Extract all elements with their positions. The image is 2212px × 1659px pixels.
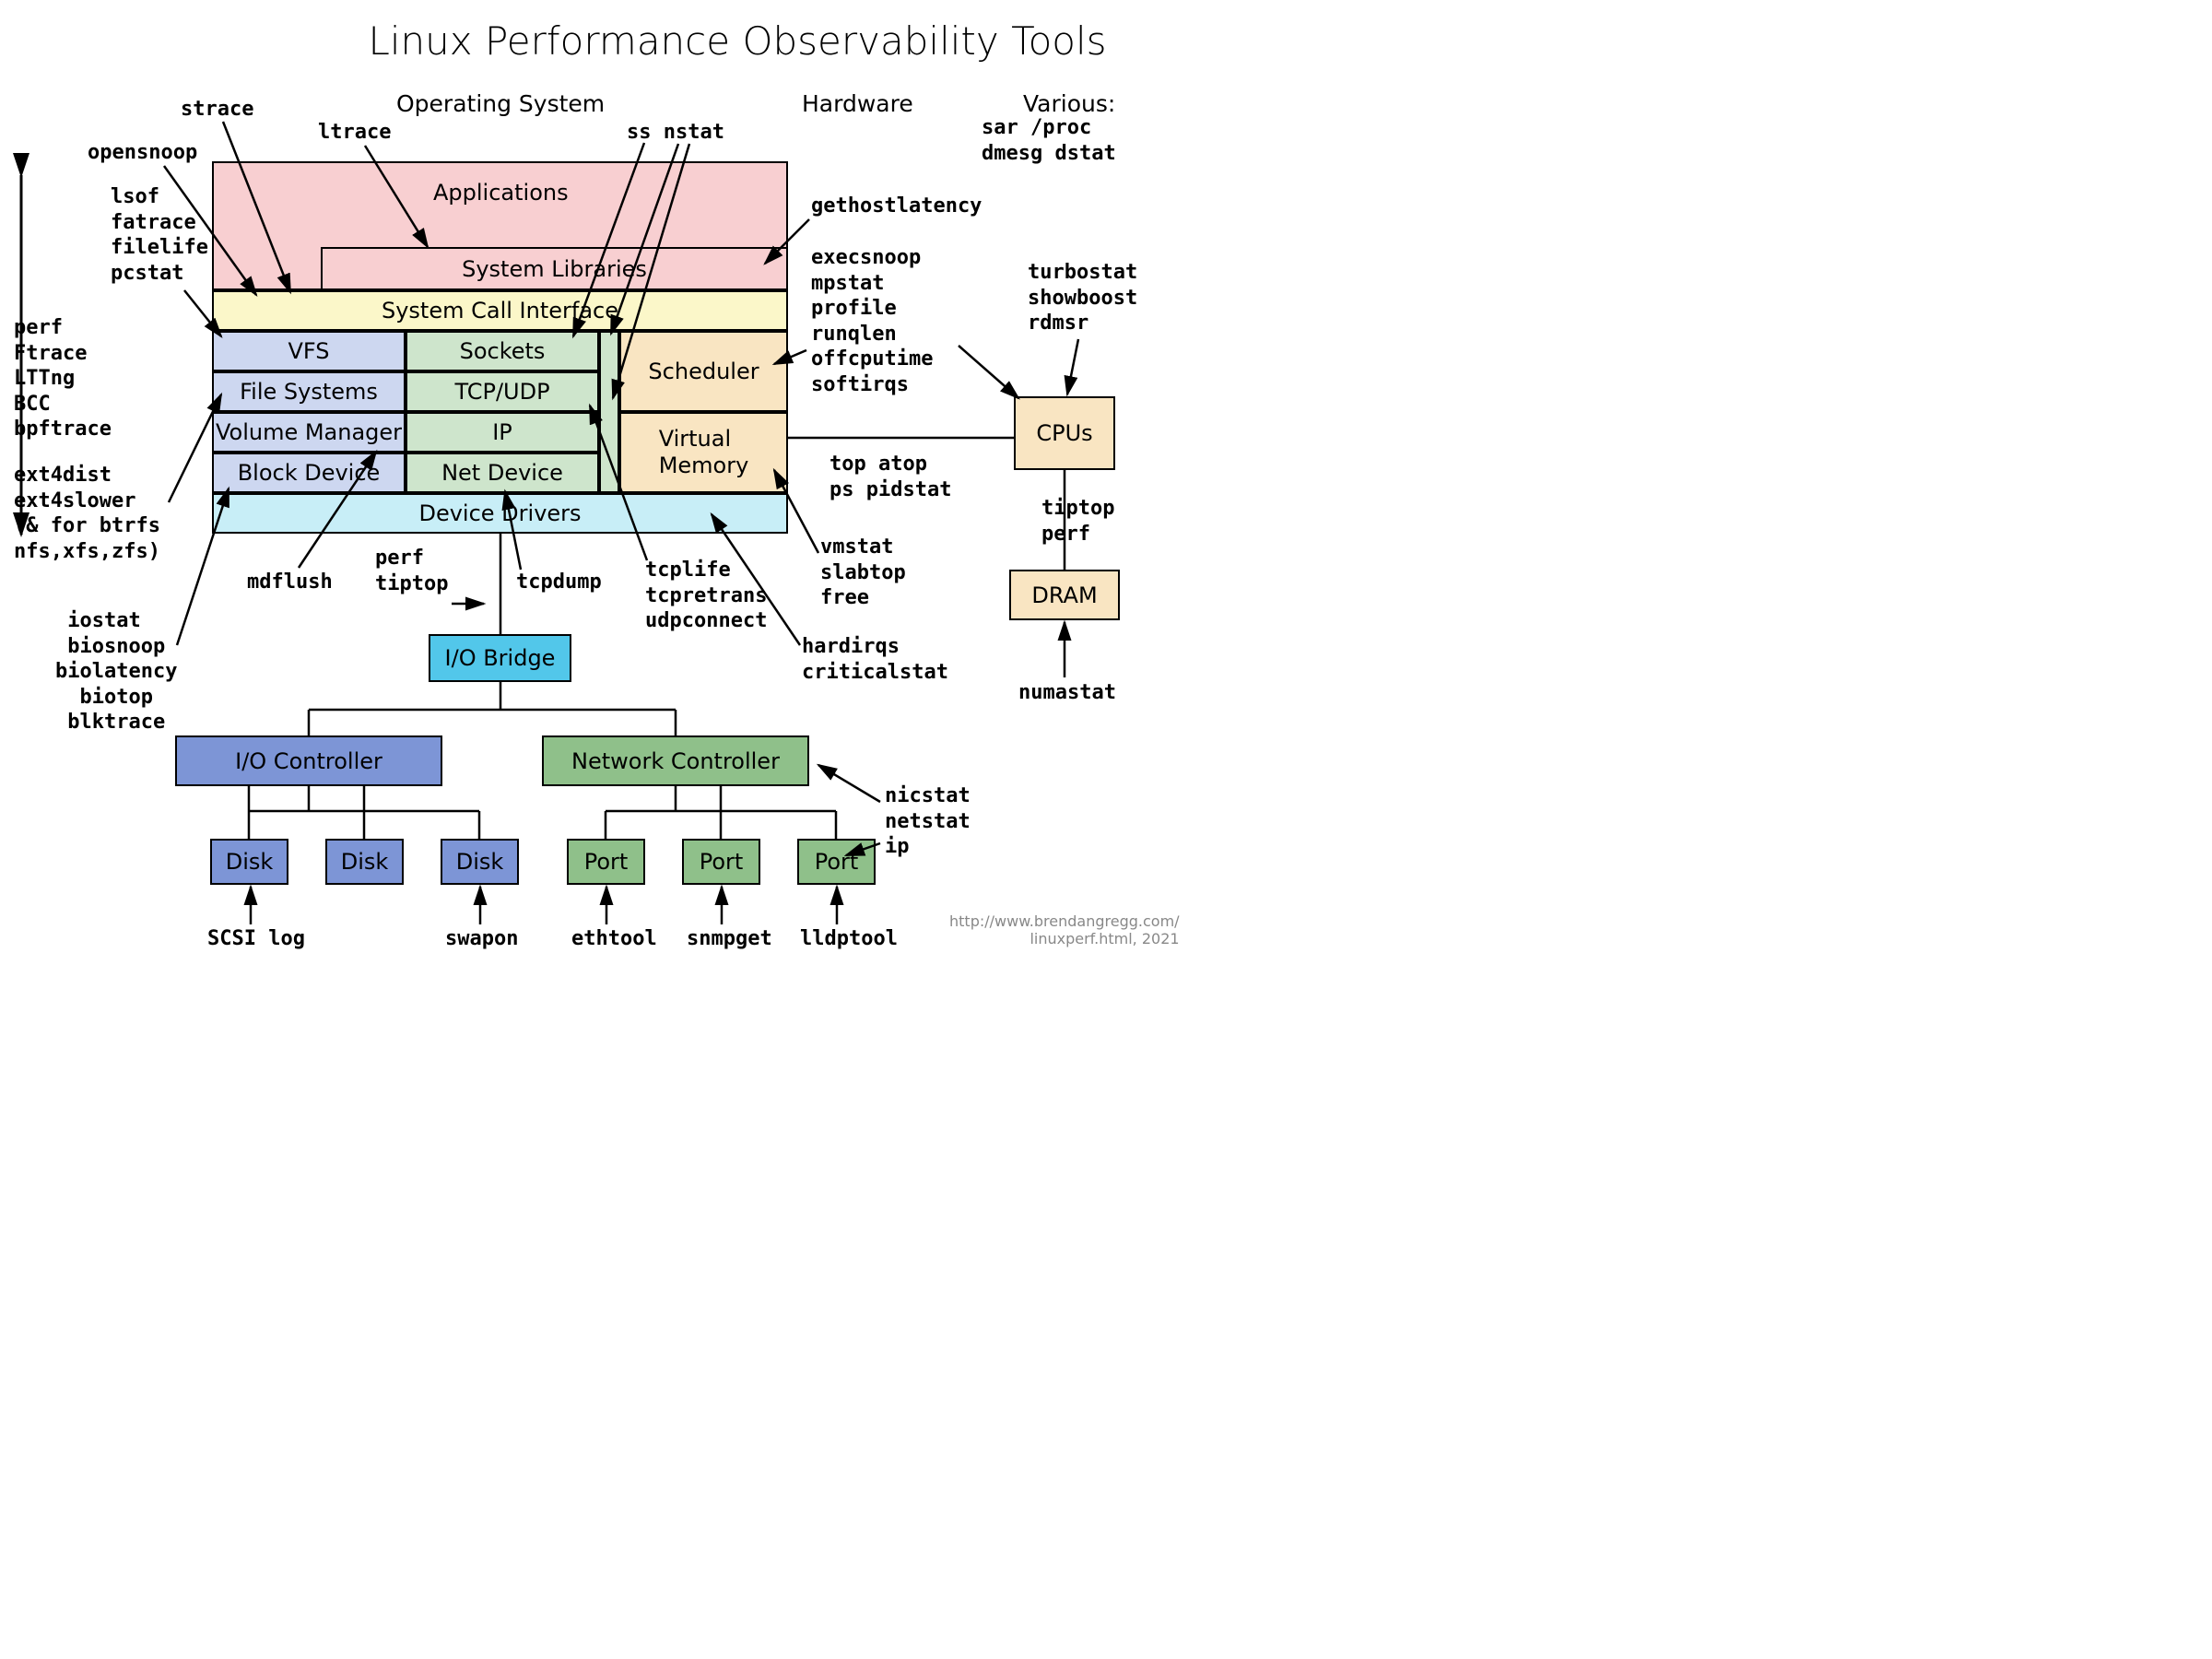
scheduler-box: Scheduler — [619, 331, 788, 412]
drivers-box: Device Drivers — [212, 493, 788, 534]
page-title: Linux Performance Observability Tools — [276, 18, 1198, 64]
arrow-overlay — [0, 0, 1438, 1069]
os-label: Operating System — [396, 90, 605, 117]
dram-box: DRAM — [1009, 570, 1120, 620]
tool-lsof-group: lsof fatrace filelife pcstat — [111, 184, 208, 286]
applications-label: Applications — [433, 180, 569, 206]
footer-credit: http://www.brendangregg.com/ linuxperf.h… — [949, 912, 1180, 947]
tool-numastat: numastat — [1018, 680, 1116, 706]
ioctrl-box: I/O Controller — [175, 735, 442, 786]
netctrl-box: Network Controller — [542, 735, 809, 786]
tool-lldptool: lldptool — [800, 926, 898, 952]
syslibs-box: System Libraries — [321, 247, 788, 290]
tool-tcplife-group: tcplife tcpretrans udpconnect — [645, 558, 767, 634]
tool-ss-nstat: ss nstat — [627, 120, 724, 146]
filesystems-box: File Systems — [212, 371, 406, 412]
disk3-box: Disk — [441, 839, 519, 885]
cpus-box: CPUs — [1014, 396, 1115, 470]
tool-ethtool: ethtool — [571, 926, 657, 952]
ip-box: IP — [406, 412, 599, 453]
port1-box: Port — [567, 839, 645, 885]
net-strip — [599, 331, 619, 493]
tool-various: sar /proc dmesg dstat — [982, 115, 1116, 166]
vfs-box: VFS — [212, 331, 406, 371]
tool-ext4-group: ext4dist ext4slower (& for btrfs nfs,xfs… — [14, 463, 160, 564]
tool-turbostat-group: turbostat showboost rdmsr — [1028, 260, 1137, 336]
tool-top-group: top atop ps pidstat — [830, 452, 951, 502]
volmgr-box: Volume Manager — [212, 412, 406, 453]
tool-swapon: swapon — [445, 926, 518, 952]
tool-execsnoop-group: execsnoop mpstat profile runqlen offcput… — [811, 245, 933, 397]
tool-tcpdump: tcpdump — [516, 570, 602, 595]
disk2-box: Disk — [325, 839, 404, 885]
tool-hardirqs-group: hardirqs criticalstat — [802, 634, 948, 685]
tool-nicstat-group: nicstat netstat ip — [885, 783, 971, 860]
various-label: Various: — [1023, 90, 1115, 117]
port2-box: Port — [682, 839, 760, 885]
tool-gethostlatency: gethostlatency — [811, 194, 982, 219]
sockets-box: Sockets — [406, 331, 599, 371]
syscall-box: System Call Interface — [212, 290, 788, 331]
tcpudp-box: TCP/UDP — [406, 371, 599, 412]
tool-tiptop-perf: tiptop perf — [1041, 496, 1114, 547]
tool-perf-group: perf Ftrace LTTng BCC bpftrace — [14, 315, 112, 442]
disk1-box: Disk — [210, 839, 288, 885]
tool-perf-tiptop: perf tiptop — [375, 546, 448, 596]
blockdev-box: Block Device — [212, 453, 406, 493]
tool-mdflush: mdflush — [247, 570, 333, 595]
tool-vmstat-group: vmstat slabtop free — [820, 535, 906, 611]
tool-ltrace: ltrace — [318, 120, 391, 146]
netdev-box: Net Device — [406, 453, 599, 493]
tool-strace: strace — [181, 97, 253, 123]
vmem-box: Virtual Memory — [619, 412, 788, 493]
tool-scsilog: SCSI log — [207, 926, 305, 952]
tool-opensnoop: opensnoop — [88, 140, 197, 166]
hw-label: Hardware — [802, 90, 913, 117]
port3-box: Port — [797, 839, 876, 885]
tool-iostat-group: iostat biosnoop biolatency biotop blktra… — [55, 608, 177, 735]
iobridge-box: I/O Bridge — [429, 634, 571, 682]
tool-snmpget: snmpget — [687, 926, 772, 952]
